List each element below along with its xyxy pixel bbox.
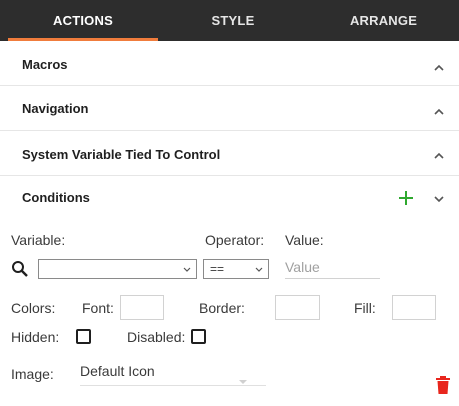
tab-arrange[interactable]: ARRANGE (308, 0, 459, 41)
fill-color-picker[interactable] (392, 295, 436, 320)
disabled-checkbox[interactable] (191, 329, 206, 344)
section-system-variable[interactable]: System Variable Tied To Control (0, 131, 459, 176)
section-macros[interactable]: Macros (0, 41, 459, 86)
disabled-label: Disabled: (127, 329, 186, 345)
colors-label: Colors: (11, 300, 56, 316)
plus-icon[interactable] (398, 190, 414, 206)
image-label: Image: (11, 366, 54, 382)
chevron-up-icon[interactable] (432, 61, 446, 75)
operator-label: Operator: (205, 232, 265, 248)
section-title-system-variable: System Variable Tied To Control (22, 147, 221, 162)
section-navigation[interactable]: Navigation (0, 86, 459, 131)
font-color-picker[interactable] (120, 295, 164, 320)
value-input[interactable] (285, 255, 380, 279)
operator-select-value: == (210, 262, 225, 276)
chevron-down-icon (182, 263, 192, 277)
tab-style[interactable]: STYLE (158, 0, 308, 41)
image-select[interactable]: Default Icon (80, 362, 266, 386)
hidden-label: Hidden: (11, 329, 60, 345)
trash-icon[interactable] (436, 376, 450, 394)
variable-label: Variable: (11, 232, 66, 248)
fill-label: Fill: (354, 300, 376, 316)
caret-down-icon (238, 372, 248, 390)
chevron-up-icon[interactable] (432, 105, 446, 119)
tab-actions[interactable]: ACTIONS (8, 0, 158, 41)
hidden-checkbox[interactable] (76, 329, 91, 344)
font-label: Font: (82, 300, 114, 316)
image-select-value: Default Icon (80, 363, 155, 379)
chevron-down-icon[interactable] (432, 192, 446, 206)
tab-bar: ACTIONS STYLE ARRANGE (0, 0, 459, 41)
chevron-up-icon[interactable] (432, 149, 446, 163)
search-icon (11, 260, 29, 278)
value-label: Value: (285, 232, 324, 248)
variable-select[interactable] (38, 259, 197, 279)
section-title-conditions: Conditions (22, 190, 90, 205)
chevron-down-icon (254, 263, 264, 277)
border-label: Border: (199, 300, 245, 316)
operator-select[interactable]: == (203, 259, 269, 279)
section-title-macros: Macros (22, 57, 68, 72)
section-title-navigation: Navigation (22, 101, 89, 116)
border-color-picker[interactable] (275, 295, 320, 320)
